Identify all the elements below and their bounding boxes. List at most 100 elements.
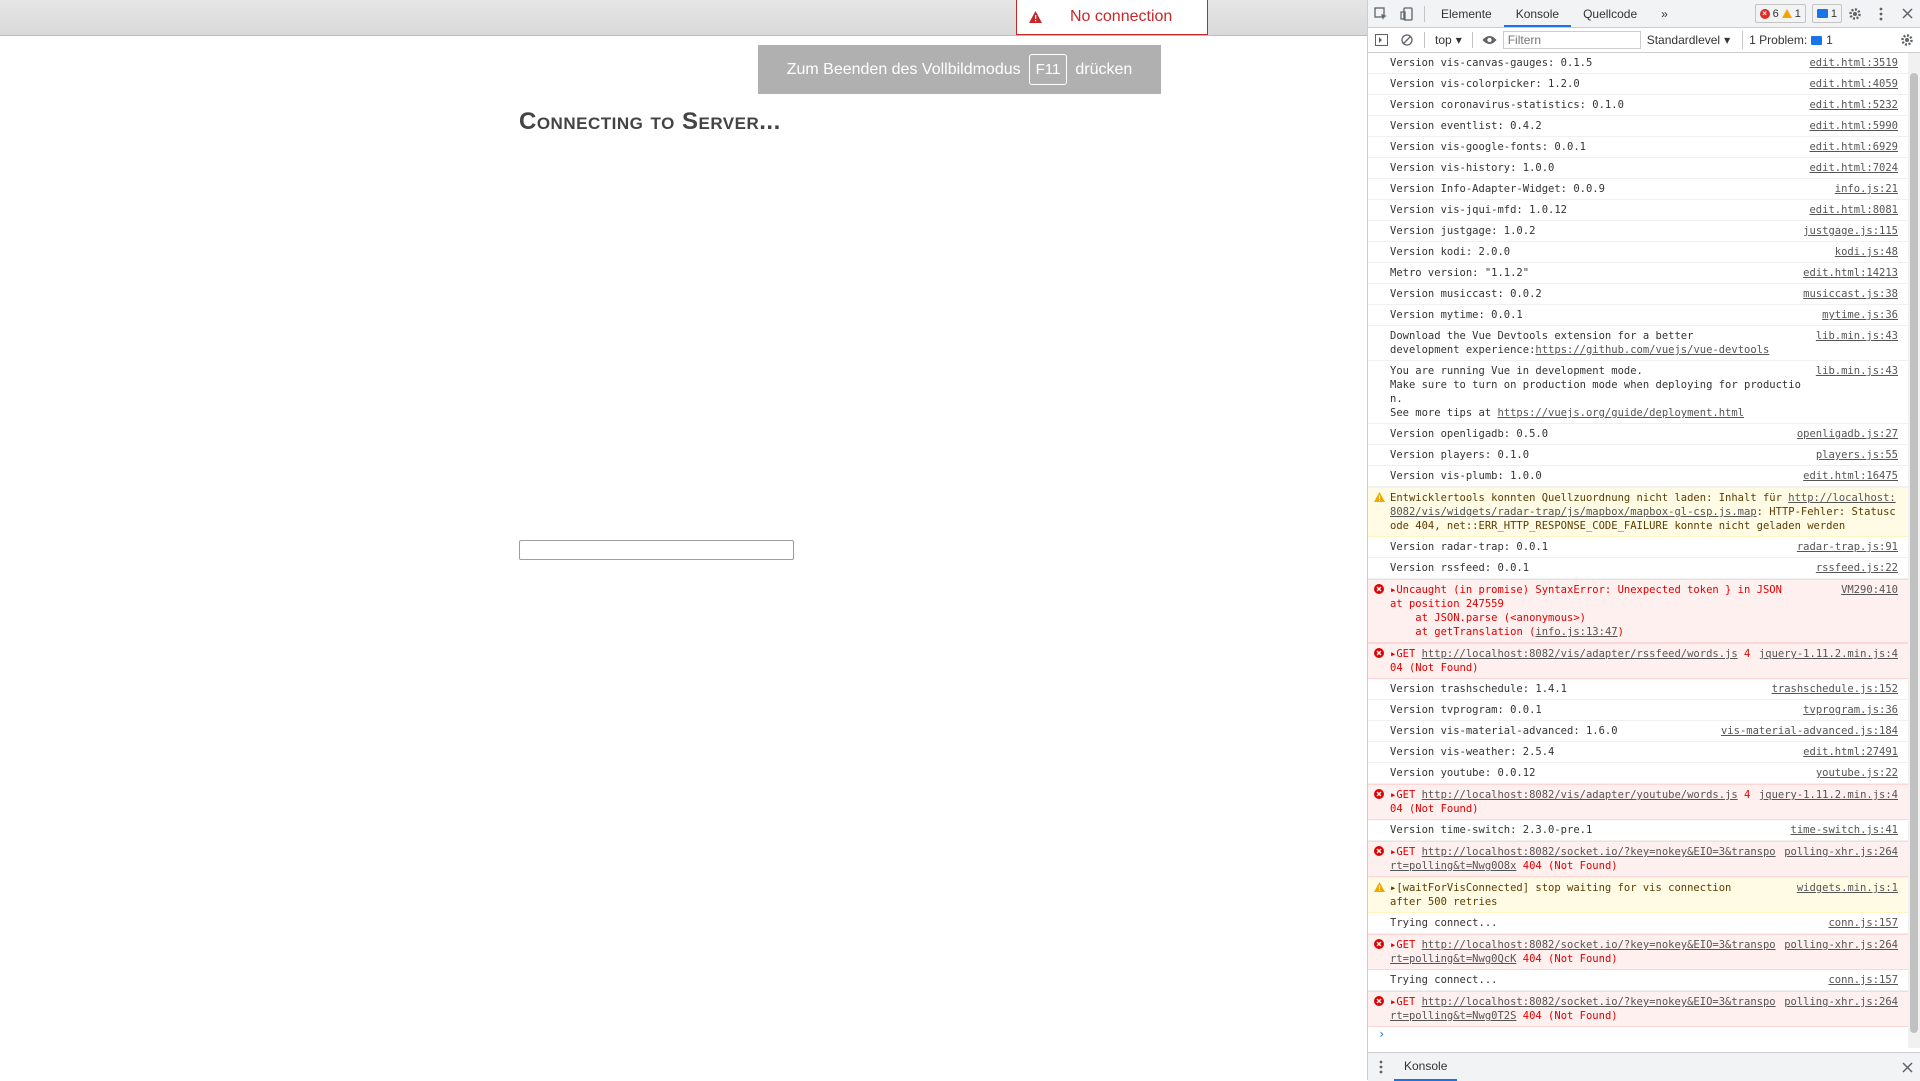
scrollbar-thumb[interactable] bbox=[1910, 73, 1918, 1033]
close-icon[interactable] bbox=[1894, 1, 1920, 27]
console-message: Version openligadb: 0.5.0 openligadb.js:2… bbox=[1368, 424, 1908, 445]
source-link[interactable]: musiccast.js:38 bbox=[1803, 287, 1908, 301]
source-link[interactable]: jquery-1.11.2.min.js:4 bbox=[1759, 788, 1908, 816]
fullscreen-text-post: drücken bbox=[1075, 60, 1133, 78]
tab-sources[interactable]: Quellcode bbox=[1571, 0, 1649, 27]
message-text: Version tvprogram: 0.0.1 bbox=[1390, 704, 1542, 716]
source-link[interactable]: conn.js:157 bbox=[1828, 973, 1908, 987]
message-text: Version Info-Adapter-Widget: 0.0.9 bbox=[1390, 183, 1605, 195]
message-text: ▸GET bbox=[1390, 939, 1422, 951]
source-link[interactable]: tvprogram.js:36 bbox=[1803, 703, 1908, 717]
source-link[interactable]: time-switch.js:41 bbox=[1791, 823, 1908, 837]
issues-counter[interactable]: × 6 1 bbox=[1754, 4, 1806, 23]
source-link[interactable]: justgage.js:115 bbox=[1803, 224, 1908, 238]
source-link[interactable]: edit.html:14213 bbox=[1803, 266, 1908, 280]
source-link[interactable]: lib.min.js:43 bbox=[1816, 364, 1908, 420]
blank-icon bbox=[1368, 245, 1390, 259]
source-link[interactable]: polling-xhr.js:264 bbox=[1784, 995, 1908, 1023]
context-value: top bbox=[1435, 33, 1452, 47]
source-link[interactable]: edit.html:5990 bbox=[1809, 119, 1908, 133]
errors-count: 6 bbox=[1772, 7, 1779, 20]
console-message: Version eventlist: 0.4.2 edit.html:5990 bbox=[1368, 116, 1908, 137]
source-link[interactable]: mytime.js:36 bbox=[1822, 308, 1908, 322]
source-link[interactable]: polling-xhr.js:264 bbox=[1784, 845, 1908, 873]
context-select[interactable]: top ▾ bbox=[1429, 33, 1468, 47]
device-toolbar-icon[interactable] bbox=[1394, 1, 1420, 27]
source-link[interactable]: lib.min.js:43 bbox=[1816, 329, 1908, 357]
console-message: ▸GET http://localhost:8082/vis/adapter/r… bbox=[1368, 643, 1908, 679]
message-tail-text: 404 (Not Found) bbox=[1516, 1010, 1618, 1022]
drawer-bar: Konsole bbox=[1368, 1052, 1920, 1081]
error-icon bbox=[1368, 938, 1390, 966]
gear-icon[interactable] bbox=[1842, 1, 1868, 27]
source-link[interactable]: youtube.js:22 bbox=[1816, 766, 1908, 780]
source-link[interactable]: radar-trap.js:91 bbox=[1797, 540, 1908, 554]
problems-count: 1 bbox=[1826, 33, 1833, 47]
source-link[interactable]: VM290:410 bbox=[1841, 583, 1908, 639]
blank-icon bbox=[1368, 823, 1390, 837]
message-link[interactable]: http://localhost:8082/vis/adapter/rssfee… bbox=[1422, 648, 1738, 660]
message-tail-text: ) bbox=[1617, 626, 1624, 638]
console-message: Version youtube: 0.0.12 youtube.js:22 bbox=[1368, 763, 1908, 784]
message-text: Version musiccast: 0.0.2 bbox=[1390, 288, 1542, 300]
message-link[interactable]: http://localhost:8082/vis/adapter/youtub… bbox=[1422, 789, 1738, 801]
source-link[interactable]: rssfeed.js:22 bbox=[1816, 561, 1908, 575]
source-link[interactable]: edit.html:6929 bbox=[1809, 140, 1908, 154]
kebab-menu-icon[interactable] bbox=[1868, 1, 1894, 27]
message-text: Version vis-colorpicker: 1.2.0 bbox=[1390, 78, 1580, 90]
blank-icon bbox=[1368, 98, 1390, 112]
source-link[interactable]: jquery-1.11.2.min.js:4 bbox=[1759, 647, 1908, 675]
drawer-tab-console[interactable]: Konsole bbox=[1394, 1053, 1458, 1081]
source-link[interactable]: trashschedule.js:152 bbox=[1772, 682, 1908, 696]
source-link[interactable]: edit.html:4059 bbox=[1809, 77, 1908, 91]
console-scrollbar[interactable] bbox=[1908, 53, 1920, 1048]
warning-icon bbox=[1368, 491, 1390, 533]
page-text-input[interactable] bbox=[519, 540, 794, 560]
tab-elements[interactable]: Elemente bbox=[1429, 0, 1504, 27]
blank-icon bbox=[1368, 766, 1390, 780]
source-link[interactable]: kodi.js:48 bbox=[1835, 245, 1908, 259]
console-settings-gear-icon[interactable] bbox=[1894, 27, 1920, 53]
source-link[interactable]: players.js:55 bbox=[1816, 448, 1908, 462]
source-link[interactable]: edit.html:27491 bbox=[1803, 745, 1908, 759]
source-link[interactable]: widgets.min.js:1 bbox=[1797, 881, 1908, 909]
log-level-value: Standardlevel bbox=[1646, 33, 1721, 47]
tab-console[interactable]: Konsole bbox=[1503, 0, 1572, 27]
log-level-select[interactable]: Standardlevel ▾ bbox=[1641, 33, 1736, 47]
console-message-text: You are running Vue in development mode.… bbox=[1390, 364, 1816, 420]
source-link[interactable]: edit.html:5232 bbox=[1809, 98, 1908, 112]
source-link[interactable]: openligadb.js:27 bbox=[1797, 427, 1908, 441]
connecting-title: Connecting to Server... bbox=[519, 108, 781, 135]
console-message-text: Version vis-plumb: 1.0.0 bbox=[1390, 469, 1803, 483]
kebab-menu-icon[interactable] bbox=[1368, 1054, 1394, 1080]
message-link[interactable]: https://github.com/vuejs/vue-devtools bbox=[1535, 344, 1769, 356]
sidebar-toggle-icon[interactable] bbox=[1368, 27, 1394, 53]
more-tabs-button[interactable]: » bbox=[1649, 0, 1680, 27]
messages-counter[interactable]: 1 bbox=[1811, 4, 1842, 23]
filter-input[interactable] bbox=[1502, 31, 1641, 49]
problems-button[interactable]: 1 Problem: 1 bbox=[1742, 31, 1839, 49]
source-link[interactable]: edit.html:3519 bbox=[1809, 56, 1908, 70]
console-prompt[interactable]: › bbox=[1368, 1027, 1908, 1045]
message-link[interactable]: info.js:13:47 bbox=[1535, 626, 1617, 638]
blank-icon bbox=[1368, 161, 1390, 175]
message-text: ▸[waitForVisConnected] stop waiting for … bbox=[1390, 882, 1732, 908]
source-link[interactable]: vis-material-advanced.js:184 bbox=[1721, 724, 1908, 738]
eye-icon[interactable] bbox=[1477, 27, 1503, 53]
inspect-element-icon[interactable] bbox=[1368, 1, 1394, 27]
source-link[interactable]: edit.html:16475 bbox=[1803, 469, 1908, 483]
source-link[interactable]: polling-xhr.js:264 bbox=[1784, 938, 1908, 966]
source-link[interactable]: edit.html:8081 bbox=[1809, 203, 1908, 217]
console-message-text: Version justgage: 1.0.2 bbox=[1390, 224, 1803, 238]
console-message: Version vis-weather: 2.5.4 edit.html:2749… bbox=[1368, 742, 1908, 763]
clear-console-icon[interactable] bbox=[1394, 27, 1420, 53]
source-link[interactable]: edit.html:7024 bbox=[1809, 161, 1908, 175]
source-link[interactable]: conn.js:157 bbox=[1828, 916, 1908, 930]
console-message: Version Info-Adapter-Widget: 0.0.9 info.j… bbox=[1368, 179, 1908, 200]
console-log: Version vis-canvas-gauges: 0.1.5 edit.htm… bbox=[1368, 53, 1908, 1048]
console-message-text: Version trashschedule: 1.4.1 bbox=[1390, 682, 1772, 696]
message-link[interactable]: https://vuejs.org/guide/deployment.html bbox=[1497, 407, 1744, 419]
console-message-text: Download the Vue Devtools extension for … bbox=[1390, 329, 1816, 357]
source-link[interactable]: info.js:21 bbox=[1835, 182, 1908, 196]
close-icon[interactable] bbox=[1894, 1054, 1920, 1080]
